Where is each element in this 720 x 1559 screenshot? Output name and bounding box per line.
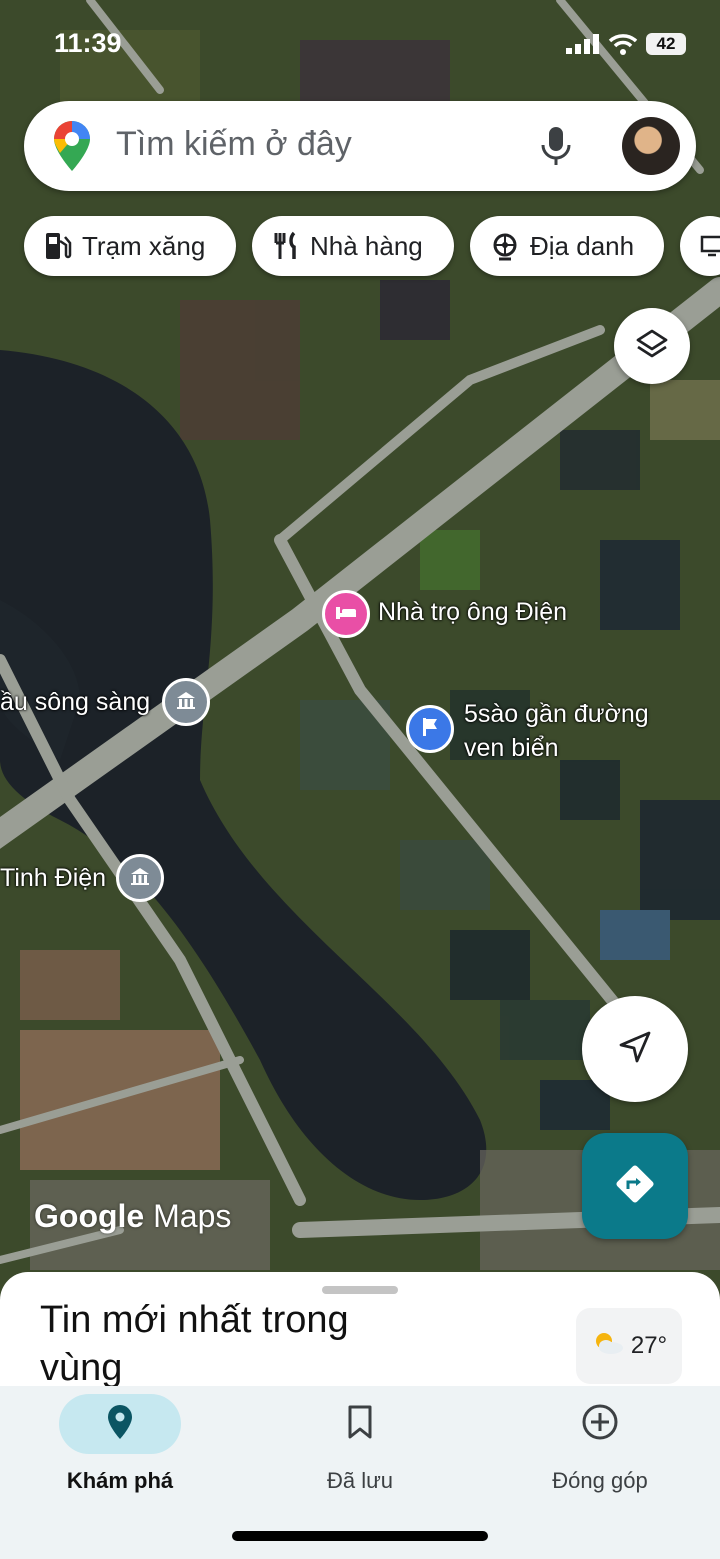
place-label-hotel[interactable]: Nhà trọ ông Điện: [378, 598, 567, 627]
nav-label: Đã lưu: [326, 1468, 394, 1493]
flag-poi-marker[interactable]: [406, 705, 454, 753]
hotel-poi-marker[interactable]: [322, 590, 370, 638]
navigation-arrow-icon: [617, 1029, 653, 1070]
chip-landmark[interactable]: Địa danh: [470, 216, 664, 276]
watermark-maps: Maps: [153, 1198, 232, 1234]
chip-restaurant[interactable]: Nhà hàng: [252, 216, 454, 276]
layers-button[interactable]: [614, 308, 690, 384]
monitor-icon: [700, 234, 720, 258]
nav-label: Khám phá: [66, 1468, 174, 1493]
nav-saved-pill: [299, 1394, 421, 1454]
search-bar[interactable]: Tìm kiếm ở đây: [24, 101, 696, 191]
battery-indicator: 42: [646, 33, 686, 55]
sheet-title: Tin mới nhất trong vùng: [40, 1299, 349, 1389]
place-label-temple-2[interactable]: Tinh Điện: [0, 864, 106, 893]
home-indicator: [232, 1531, 488, 1541]
gas-station-icon: [44, 231, 72, 261]
nav-explore[interactable]: Khám phá: [20, 1394, 220, 1494]
layers-icon: [635, 327, 669, 366]
weather-temp: 27°: [630, 1332, 668, 1359]
nav-contribute[interactable]: Đóng góp: [500, 1394, 700, 1494]
chip-gas-station[interactable]: Trạm xăng: [24, 216, 236, 276]
my-location-button[interactable]: [582, 996, 688, 1102]
place-label-land[interactable]: 5sào gần đường ven biển: [464, 697, 649, 765]
chip-label: Trạm xăng: [82, 230, 206, 261]
bottom-sheet[interactable]: Tin mới nhất trong vùng 27°: [0, 1272, 720, 1392]
restaurant-icon: [272, 231, 300, 261]
nav-explore-pill: [59, 1394, 181, 1454]
satellite-map[interactable]: [0, 0, 720, 1300]
monument-poi-marker[interactable]: [116, 854, 164, 902]
hotel-icon: [334, 603, 358, 626]
wifi-icon: [608, 32, 638, 61]
monument-icon: [175, 690, 197, 715]
watermark-google: Google: [34, 1198, 145, 1234]
place-label-temple-1[interactable]: ầu sông sàng: [0, 688, 150, 717]
weather-badge[interactable]: 27°: [576, 1308, 682, 1384]
cellular-signal-icon: [566, 34, 600, 59]
flag-icon: [420, 716, 440, 743]
nav-label: Đóng góp: [552, 1468, 648, 1493]
partly-cloudy-icon: [591, 1330, 625, 1363]
status-bar: 11:39 42: [0, 0, 720, 90]
chip-label: Địa danh: [530, 230, 635, 261]
directions-icon: [614, 1163, 656, 1210]
explore-pin-icon: [107, 1404, 133, 1445]
search-input[interactable]: Tìm kiếm ở đây: [116, 125, 352, 164]
bookmark-icon: [347, 1405, 373, 1444]
chip-label: Nhà hàng: [310, 230, 423, 261]
monument-poi-marker[interactable]: [162, 678, 210, 726]
landmark-icon: [490, 231, 520, 261]
microphone-icon[interactable]: [540, 125, 572, 172]
sheet-drag-handle[interactable]: [322, 1286, 398, 1294]
google-maps-watermark: Google Maps: [34, 1198, 231, 1235]
directions-button[interactable]: [582, 1133, 688, 1239]
add-circle-icon: [581, 1403, 619, 1446]
profile-avatar[interactable]: [622, 117, 680, 175]
google-maps-logo-icon: [54, 121, 90, 176]
nav-saved[interactable]: Đã lưu: [260, 1394, 460, 1494]
monument-icon: [129, 866, 151, 891]
status-time: 11:39: [54, 28, 122, 58]
nav-contribute-pill: [539, 1394, 661, 1454]
